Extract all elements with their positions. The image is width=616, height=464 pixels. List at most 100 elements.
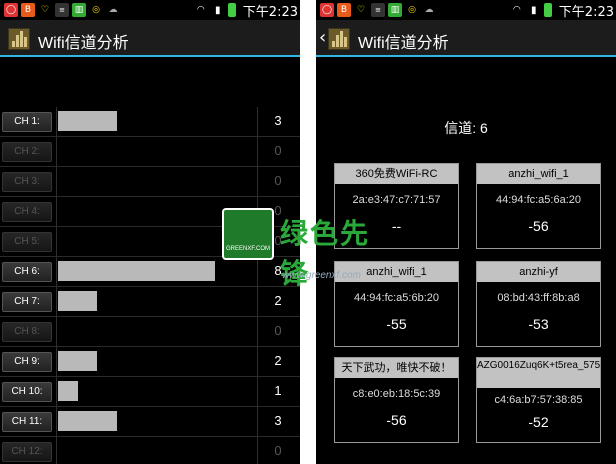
watermark-url: www.greenxf.com — [282, 270, 361, 281]
channel-usage-bar — [58, 351, 97, 371]
watermark-logo-text: GREENXF.COM — [226, 246, 271, 252]
network-mac: 08:bd:43:ff:8b:a8 — [497, 292, 580, 304]
channel-usage-bar — [58, 261, 215, 281]
column-divider — [56, 197, 57, 227]
channel-label: 信道: 6 — [444, 120, 488, 136]
network-signal: -56 — [528, 218, 549, 234]
channel-button[interactable]: CH 2: — [2, 142, 52, 162]
notification-b-icon: B — [21, 3, 35, 17]
channel-button[interactable]: CH 12: — [2, 442, 52, 462]
notification-icons: ◯ B ♡ ≡ ▥ ◎ ☁ — [4, 2, 120, 18]
status-time: 下午2:23 — [242, 4, 298, 20]
notification-pin-icon: ◎ — [92, 5, 100, 15]
notification-bulb-icon: ♡ — [40, 5, 50, 15]
notification-green-icon: ▥ — [388, 3, 402, 17]
notification-app-icon: ≡ — [371, 3, 385, 17]
network-signal: -53 — [528, 316, 549, 332]
channel-button[interactable]: CH 10: — [2, 382, 52, 402]
signal-icon: ▮ — [215, 4, 221, 16]
channel-row[interactable]: CH 3: 0 — [0, 167, 300, 197]
notification-green-icon: ▥ — [72, 3, 86, 17]
channel-button[interactable]: CH 6: — [2, 262, 52, 282]
channel-count: 2 — [274, 353, 282, 368]
channel-usage-bar — [58, 381, 78, 401]
watermark-logo-icon: GREENXF.COM — [222, 208, 274, 260]
column-divider — [56, 377, 57, 407]
status-right: ◠ ▮ 下午2:23 — [510, 2, 614, 20]
channel-button[interactable]: CH 5: — [2, 232, 52, 252]
channel-button[interactable]: CH 9: — [2, 352, 52, 372]
status-time: 下午2:23 — [558, 4, 614, 20]
notification-360-icon: ◯ — [4, 3, 18, 17]
channel-row[interactable]: CH 10: 1 — [0, 377, 300, 407]
notification-app-icon: ≡ — [55, 3, 69, 17]
action-bar: ‹ Wifi信道分析 — [316, 20, 616, 57]
channel-usage-bar — [58, 111, 117, 131]
app-wifi-icon[interactable] — [8, 28, 30, 50]
column-divider — [56, 437, 57, 464]
wifi-icon: ◠ — [512, 5, 521, 15]
channel-count: 0 — [274, 323, 282, 338]
channel-row[interactable]: CH 11: 3 — [0, 407, 300, 437]
network-ssid: 天下武功，唯快不破！ — [335, 358, 458, 378]
notification-cloud-icon: ☁ — [108, 5, 118, 15]
network-signal: -55 — [386, 316, 407, 332]
network-ssid: anzhi-yf — [477, 262, 600, 282]
app-title: Wifi信道分析 — [358, 35, 449, 52]
column-divider — [56, 287, 57, 317]
network-card[interactable]: AZG0016Zuq6K+t5rea_57508 c4:6a:b7:57:38:8… — [476, 357, 601, 443]
channel-button[interactable]: CH 11: — [2, 412, 52, 432]
channel-count: 1 — [274, 383, 282, 398]
network-signal: -56 — [386, 412, 407, 428]
network-mac: c4:6a:b7:57:38:85 — [494, 394, 583, 406]
channel-count: 2 — [274, 293, 282, 308]
network-mac: c8:e0:eb:18:5c:39 — [352, 388, 441, 400]
channel-row[interactable]: CH 1: 3 — [0, 107, 300, 137]
channel-usage-bar — [58, 411, 117, 431]
column-divider — [56, 257, 57, 287]
column-divider — [56, 167, 57, 197]
channel-row[interactable]: CH 9: 2 — [0, 347, 300, 377]
channel-button[interactable]: CH 3: — [2, 172, 52, 192]
network-ssid: AZG0016Zuq6K+t5rea_57508 — [477, 358, 600, 388]
channel-row[interactable]: CH 8: 0 — [0, 317, 300, 347]
app-title: Wifi信道分析 — [38, 35, 129, 52]
channel-row[interactable]: CH 2: 0 — [0, 137, 300, 167]
column-divider — [56, 407, 57, 437]
wifi-icon: ◠ — [196, 5, 205, 15]
network-card[interactable]: anzhi_wifi_1 44:94:fc:a5:6a:20 -56 — [476, 163, 601, 249]
network-mac: 44:94:fc:a5:6a:20 — [495, 194, 581, 206]
channel-row[interactable]: CH 12: 0 — [0, 437, 300, 464]
channel-button[interactable]: CH 1: — [2, 112, 52, 132]
notification-icons: ◯ B ♡ ≡ ▥ ◎ ☁ — [320, 2, 436, 18]
channel-usage-bar — [58, 291, 97, 311]
network-mac: 2a:e3:47:c7:71:57 — [352, 194, 441, 206]
channel-button[interactable]: CH 8: — [2, 322, 52, 342]
column-divider — [56, 107, 57, 137]
channel-count: 3 — [274, 413, 282, 428]
channel-row[interactable]: CH 7: 2 — [0, 287, 300, 317]
channel-button[interactable]: CH 7: — [2, 292, 52, 312]
column-divider — [56, 227, 57, 257]
network-signal: -52 — [528, 414, 549, 430]
back-chevron-icon[interactable]: ‹ — [319, 27, 326, 48]
network-card[interactable]: anzhi-yf 08:bd:43:ff:8b:a8 -53 — [476, 261, 601, 347]
status-right: ◠ ▮ 下午2:23 — [194, 2, 298, 20]
battery-icon — [227, 3, 236, 17]
network-mac: 44:94:fc:a5:6b:20 — [353, 292, 439, 304]
status-bar: ◯ B ♡ ≡ ▥ ◎ ☁ ◠ ▮ 下午2:23 — [0, 0, 300, 20]
app-wifi-icon[interactable] — [328, 28, 350, 50]
signal-icon: ▮ — [531, 4, 537, 16]
battery-icon — [543, 3, 552, 17]
watermark: GREENXF.COM 绿色先锋 www.greenxf.com — [222, 208, 394, 290]
action-bar: Wifi信道分析 — [0, 20, 300, 57]
channel-count: 3 — [274, 113, 282, 128]
column-divider — [56, 347, 57, 377]
channel-count: 0 — [274, 143, 282, 158]
notification-360-icon: ◯ — [320, 3, 334, 17]
channel-button[interactable]: CH 4: — [2, 202, 52, 222]
channel-count: 0 — [274, 443, 282, 458]
network-card[interactable]: 天下武功，唯快不破！ c8:e0:eb:18:5c:39 -56 — [334, 357, 459, 443]
channel-count: 0 — [274, 173, 282, 188]
notification-b-icon: B — [337, 3, 351, 17]
